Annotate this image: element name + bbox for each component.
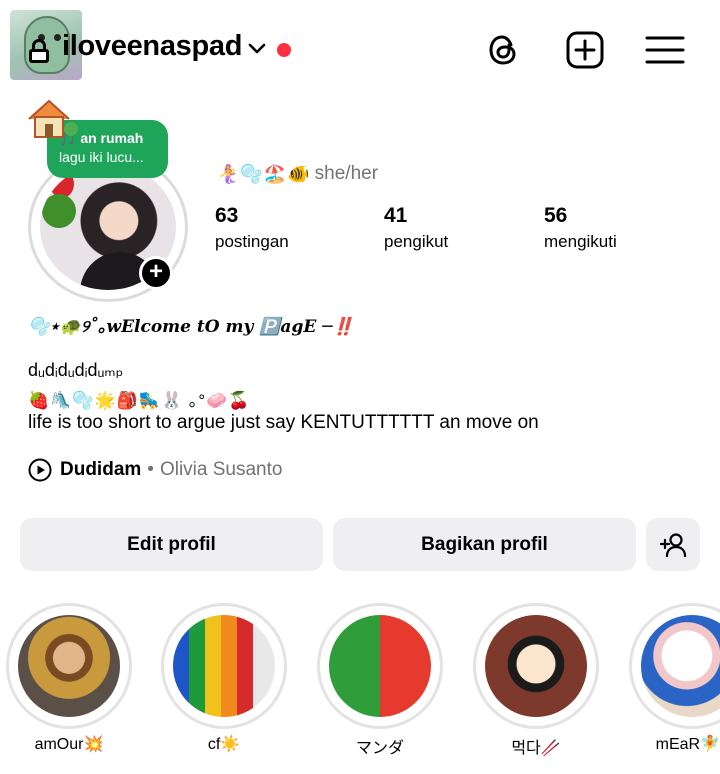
highlight-ring — [473, 603, 599, 729]
pronoun-row: 🧜‍♀️🫧🏖️🐠 she/her — [217, 160, 378, 188]
bio-display-name: dᵤdᵢdᵤdᵢdᵤₘₚ — [28, 360, 124, 380]
plus-square-icon[interactable] — [565, 30, 605, 70]
edit-profile-button[interactable]: Edit profil — [20, 518, 323, 571]
stat-following-label: mengikuti — [544, 232, 617, 251]
hamburger-menu-icon[interactable] — [645, 30, 685, 70]
highlight-cover — [18, 615, 120, 717]
threads-icon[interactable] — [483, 30, 523, 70]
stat-followers-value: 41 — [384, 204, 408, 227]
highlight-cover — [641, 615, 720, 717]
stat-following-value: 56 — [544, 204, 568, 227]
highlight-label: マンダ — [355, 740, 404, 757]
house-icon — [28, 99, 78, 138]
highlight-amour[interactable]: amOur💥 — [6, 603, 132, 754]
highlight-ring — [6, 603, 132, 729]
highlight-cover — [173, 615, 275, 717]
highlight-ring — [161, 603, 287, 729]
add-story-badge-icon[interactable]: + — [139, 256, 173, 290]
highlight-cover — [329, 615, 431, 717]
music-artist: Olivia Susanto — [159, 459, 283, 480]
profile-music[interactable]: Dudidam • Olivia Susanto — [28, 457, 282, 483]
bio-emoji-line: 🍓🛝🫧🌟🎒🛼🐰 ｡°🧼🍒 — [28, 391, 251, 410]
pronouns: she/her — [314, 163, 379, 184]
music-title: Dudidam — [60, 459, 142, 480]
stat-posts[interactable]: 63 postingan — [215, 203, 289, 253]
lock-icon — [29, 39, 49, 63]
highlight-label: mEaR🧚 — [655, 736, 720, 753]
highlight-ring — [317, 603, 443, 729]
highlight-label: 먹다🥢 — [511, 740, 561, 757]
highlight-meokda[interactable]: 먹다🥢 — [473, 603, 599, 758]
highlight-cf[interactable]: cf☀️ — [161, 603, 287, 754]
top-bar: iloveenaspad — [0, 0, 720, 100]
pronoun-emoji: 🧜‍♀️🫧🏖️🐠 — [217, 163, 311, 184]
stat-followers-label: pengikut — [384, 232, 449, 251]
stat-followers[interactable]: 41 pengikut — [384, 203, 448, 253]
highlight-mear[interactable]: mEaR🧚 — [629, 603, 720, 754]
stat-posts-label: postingan — [215, 232, 289, 251]
highlight-label: amOur💥 — [34, 736, 104, 753]
bio-title: 🫧⋆🐢୨˚｡wElcome tO my 🅿️agE ─‼️ — [28, 317, 354, 337]
highlight-cover — [485, 615, 587, 717]
username[interactable]: iloveenaspad — [62, 30, 242, 63]
highlight-ring — [629, 603, 720, 729]
stat-posts-value: 63 — [215, 204, 239, 227]
highlight-manda[interactable]: マンダ — [317, 603, 443, 758]
share-profile-button[interactable]: Bagikan profil — [333, 518, 636, 571]
play-icon[interactable] — [28, 458, 52, 482]
music-separator: • — [147, 459, 154, 480]
discover-people-button[interactable] — [646, 518, 700, 571]
chevron-down-icon[interactable] — [248, 40, 266, 58]
stat-following[interactable]: 56 mengikuti — [544, 203, 617, 253]
note-line-2: lagu iki lucu... — [59, 149, 144, 165]
bio-text: life is too short to argue just say KENT… — [28, 412, 539, 433]
add-person-icon — [659, 532, 687, 557]
highlight-label: cf☀️ — [207, 736, 241, 753]
notification-dot — [277, 43, 291, 57]
